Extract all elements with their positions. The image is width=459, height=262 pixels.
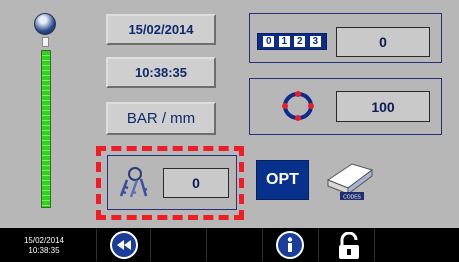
bottom-time: 10:38:35 <box>28 246 60 255</box>
info-icon <box>287 237 293 252</box>
unlock-button[interactable] <box>336 232 362 260</box>
bottom-date: 15/02/2014 <box>23 236 65 245</box>
separator <box>262 229 263 261</box>
rotation-value-field[interactable]: 100 <box>336 91 430 122</box>
date-display: 15/02/2014 <box>106 14 216 45</box>
rewind-button[interactable] <box>110 231 138 259</box>
info-button[interactable] <box>276 231 304 259</box>
time-display: 10:38:35 <box>106 57 216 88</box>
rotation-cycle-icon <box>282 91 314 121</box>
codes-eraser-button[interactable]: CODES <box>318 156 382 204</box>
opt-button[interactable]: OPT <box>256 160 309 200</box>
bottom-clock: 15/02/2014 10:38:35 <box>8 236 80 256</box>
separator <box>96 229 97 261</box>
counter-value-field[interactable]: 0 <box>336 27 430 57</box>
meter-slider-handle[interactable] <box>42 37 49 47</box>
level-meter-bar <box>41 50 51 208</box>
separator <box>150 229 151 261</box>
status-ball-icon <box>34 13 56 35</box>
separator <box>374 229 375 261</box>
machine-hmi-screen: 15/02/2014 10:38:35 BAR / mm 0 1 2 3 0 1… <box>0 0 459 262</box>
separator <box>206 229 207 261</box>
codes-label: CODES <box>343 195 361 201</box>
separator <box>318 229 319 261</box>
rewind-icon <box>117 240 131 250</box>
counter-icon: 0 1 2 3 <box>257 33 327 50</box>
unit-toggle-button[interactable]: BAR / mm <box>106 102 216 135</box>
highlight-box <box>96 146 244 220</box>
